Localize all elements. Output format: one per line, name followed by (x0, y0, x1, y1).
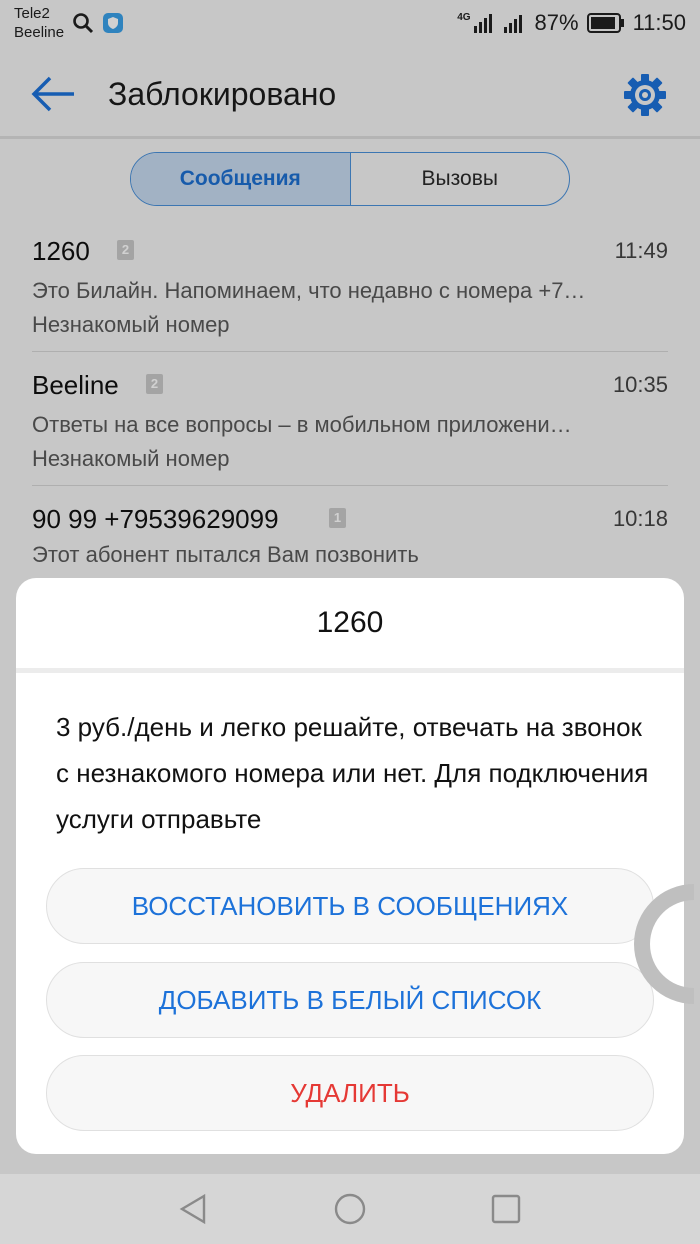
dialog-title: 1260 (316, 606, 384, 639)
add-to-whitelist-button[interactable]: ДОБАВИТЬ В БЕЛЫЙ СПИСОК (46, 962, 654, 1038)
nav-recents-icon[interactable] (489, 1192, 523, 1226)
message-dialog: 1260 3 руб./день и легко решайте, отвеча… (16, 578, 684, 1154)
nav-home-icon[interactable] (333, 1192, 367, 1226)
restore-to-messages-button[interactable]: ВОССТАНОВИТЬ В СООБЩЕНИЯХ (46, 868, 654, 944)
delete-button[interactable]: УДАЛИТЬ (46, 1055, 654, 1131)
navigation-bar (0, 1174, 700, 1244)
dialog-divider (16, 668, 684, 673)
dialog-message-text: 3 руб./день и легко решайте, отвечать на… (56, 712, 649, 834)
nav-back-icon[interactable] (176, 1192, 210, 1226)
